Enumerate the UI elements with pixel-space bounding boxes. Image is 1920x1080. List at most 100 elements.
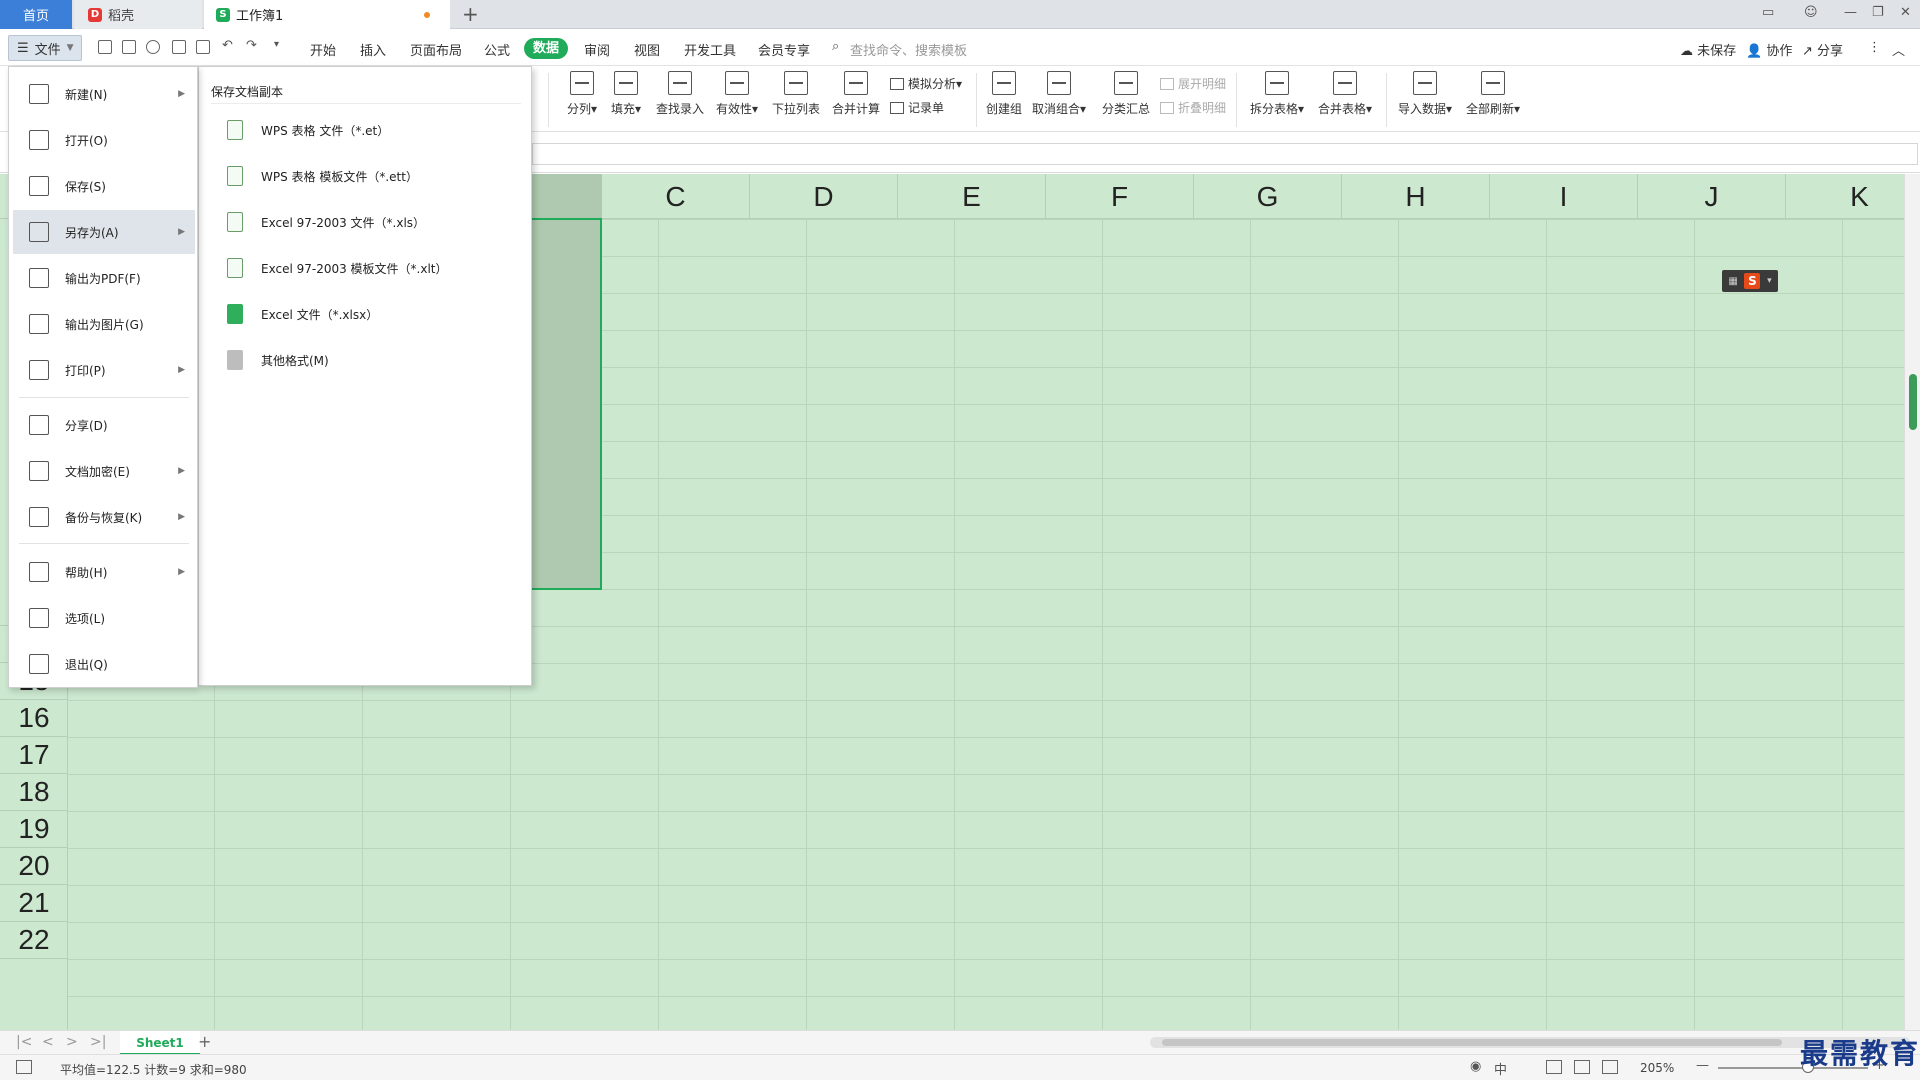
prev-sheet-icon[interactable]: < (42, 1034, 54, 1050)
save-format-wps-et[interactable]: WPS 表格 文件（*.et） (227, 115, 389, 145)
tab-review[interactable]: 审阅 (584, 40, 610, 59)
column-header-cell[interactable]: D (750, 174, 898, 219)
normal-view-icon[interactable] (1546, 1060, 1562, 1074)
row-header-cell[interactable]: 16 (0, 700, 68, 737)
row-header-cell[interactable]: 22 (0, 922, 68, 959)
quick-access-more-icon[interactable]: ▾ (274, 39, 279, 50)
zoom-level[interactable]: 205% (1640, 1061, 1674, 1075)
collapse-detail-button[interactable]: 折叠明细 (1160, 99, 1226, 116)
file-menu-item-export-image[interactable]: 输出为图片(G) (13, 302, 195, 346)
file-menu-item-save-as[interactable]: 另存为(A) ▶ (13, 210, 195, 254)
vertical-scroll-thumb[interactable] (1909, 374, 1917, 430)
horizontal-scrollbar[interactable] (1150, 1037, 1910, 1048)
simulate-analysis-button[interactable]: 模拟分析 ▾ (890, 75, 962, 92)
merge-calc-button[interactable]: 合并计算 (828, 71, 884, 117)
save-format-excel-xlsx[interactable]: Excel 文件（*.xlsx） (227, 299, 378, 329)
expand-detail-button[interactable]: 展开明细 (1160, 75, 1226, 92)
tab-view[interactable]: 视图 (634, 40, 660, 59)
column-header-cell[interactable]: H (1342, 174, 1490, 219)
file-menu-item-options[interactable]: 选项(L) (13, 596, 195, 640)
save-format-excel-xls[interactable]: Excel 97-2003 文件（*.xls） (227, 207, 425, 237)
tab-start[interactable]: 开始 (310, 40, 336, 59)
file-menu-button[interactable]: ☰ 文件 ▼ (8, 35, 82, 61)
tab-formula[interactable]: 公式 (484, 40, 510, 59)
file-menu-item-print[interactable]: 打印(P) ▶ (13, 348, 195, 392)
save-format-wps-ett[interactable]: WPS 表格 模板文件（*.ett） (227, 161, 418, 191)
undo-icon[interactable]: ↶ (222, 38, 233, 53)
ungroup-button[interactable]: 取消组合▾ (1030, 71, 1088, 117)
next-sheet-icon[interactable]: > (66, 1034, 78, 1050)
page-layout-view-icon[interactable] (1574, 1060, 1590, 1074)
save-format-other-format[interactable]: 其他格式(M) (227, 345, 329, 375)
tab-page-layout[interactable]: 页面布局 (410, 40, 462, 59)
tab-dev-tools[interactable]: 开发工具 (684, 40, 736, 59)
add-tab-button[interactable]: + (462, 2, 479, 26)
tab-daoke[interactable]: D 稻壳 (74, 0, 202, 29)
more-icon[interactable]: ⋮ (1868, 40, 1881, 55)
split-column-button[interactable]: 分列▾ (562, 71, 602, 117)
file-menu-item-export-pdf[interactable]: 输出为PDF(F) (13, 256, 195, 300)
create-group-button[interactable]: 创建组 (980, 71, 1028, 117)
column-header-cell[interactable]: G (1194, 174, 1342, 219)
file-menu-item-help[interactable]: 帮助(H) ▶ (13, 550, 195, 594)
formula-input[interactable] (532, 143, 1918, 165)
column-header-cell[interactable]: I (1490, 174, 1638, 219)
row-header-cell[interactable]: 20 (0, 848, 68, 885)
import-data-button[interactable]: 导入数据▾ (1394, 71, 1456, 117)
minimize-icon[interactable]: — (1844, 5, 1857, 20)
format-painter-icon[interactable] (146, 40, 160, 54)
dropdown-list-button[interactable]: 下拉列表 (768, 71, 824, 117)
column-header-cell[interactable]: K (1786, 174, 1904, 219)
vertical-scrollbar[interactable] (1904, 174, 1920, 1030)
column-header-cell[interactable]: E (898, 174, 1046, 219)
print-icon[interactable] (172, 40, 186, 54)
last-sheet-icon[interactable]: >| (90, 1034, 106, 1050)
column-header-cell[interactable]: F (1046, 174, 1194, 219)
save-format-excel-xlt[interactable]: Excel 97-2003 模板文件（*.xlt） (227, 253, 448, 283)
macro-record-icon[interactable] (16, 1060, 32, 1074)
first-sheet-icon[interactable]: |< (16, 1034, 32, 1050)
eye-protect-icon[interactable]: ◉ (1470, 1059, 1481, 1074)
command-search-input[interactable]: 查找命令、搜索模板 (850, 40, 967, 59)
redo-icon[interactable]: ↷ (246, 38, 257, 53)
fill-button[interactable]: 填充▾ (606, 71, 646, 117)
tab-insert[interactable]: 插入 (360, 40, 386, 59)
print-preview-icon[interactable] (196, 40, 210, 54)
merge-table-button[interactable]: 合并表格▾ (1314, 71, 1376, 117)
file-menu-item-exit[interactable]: 退出(Q) (13, 642, 195, 686)
tab-member[interactable]: 会员专享 (758, 40, 810, 59)
window-layout-icon[interactable]: ▭ (1762, 5, 1774, 20)
zoom-out-icon[interactable]: — (1696, 1058, 1709, 1073)
validity-button[interactable]: 有效性▾ (712, 71, 762, 117)
file-menu-item-new[interactable]: 新建(N) ▶ (13, 72, 195, 116)
new-doc-icon[interactable] (98, 40, 112, 54)
file-menu-item-open[interactable]: 打开(O) (13, 118, 195, 162)
user-avatar-icon[interactable]: ☺ (1804, 5, 1818, 20)
row-header-cell[interactable]: 17 (0, 737, 68, 774)
tab-data[interactable]: 数据 (524, 38, 568, 59)
close-icon[interactable]: ✕ (1900, 5, 1911, 20)
add-sheet-button[interactable]: + (198, 1032, 211, 1051)
row-header-cell[interactable]: 21 (0, 885, 68, 922)
share-button[interactable]: ↗ 分享 (1802, 40, 1843, 59)
restore-icon[interactable]: ❐ (1872, 5, 1884, 20)
file-menu-item-save[interactable]: 保存(S) (13, 164, 195, 208)
file-menu-item-backup-restore[interactable]: 备份与恢复(K) ▶ (13, 495, 195, 539)
horizontal-scroll-thumb[interactable] (1162, 1039, 1782, 1046)
split-table-button[interactable]: 拆分表格▾ (1246, 71, 1308, 117)
tab-workbook[interactable]: S 工作簿1 (204, 0, 450, 29)
input-mode-icon[interactable]: 中 (1494, 1059, 1507, 1078)
row-header-cell[interactable]: 18 (0, 774, 68, 811)
collab-button[interactable]: 👤 协作 (1746, 40, 1792, 59)
column-header-cell[interactable]: J (1638, 174, 1786, 219)
refresh-all-button[interactable]: 全部刷新▾ (1462, 71, 1524, 117)
save-icon[interactable] (122, 40, 136, 54)
ime-toolbar[interactable]: ▦ S ▾ (1722, 270, 1778, 292)
page-break-view-icon[interactable] (1602, 1060, 1618, 1074)
sheet-tab-sheet1[interactable]: Sheet1 (120, 1031, 200, 1055)
file-menu-item-share[interactable]: 分享(D) (13, 403, 195, 447)
unsaved-button[interactable]: ☁ 未保存 (1680, 40, 1736, 59)
record-form-button[interactable]: 记录单 (890, 99, 944, 116)
row-header-cell[interactable]: 19 (0, 811, 68, 848)
collapse-ribbon-icon[interactable]: ︿ (1892, 40, 1905, 59)
